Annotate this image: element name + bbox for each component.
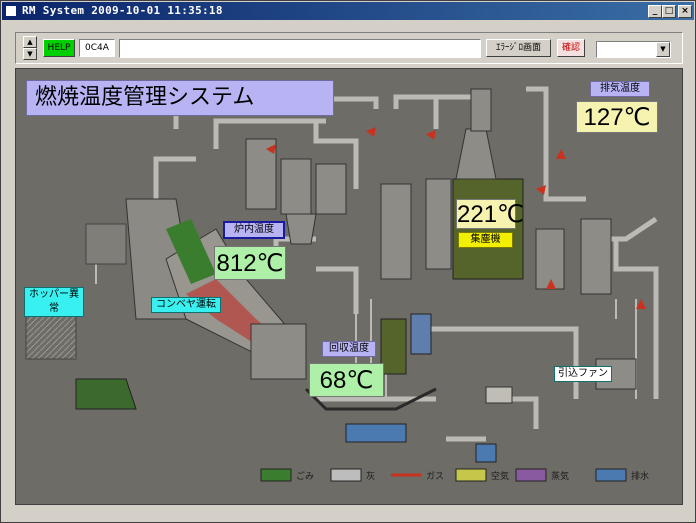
minimize-button[interactable]: _ [648, 5, 662, 18]
legend-gas: ガス [426, 471, 444, 482]
alarm-screen-button[interactable]: ｴﾗｰｼﾞﾛ画面 [486, 39, 551, 57]
tower [380, 183, 412, 280]
chevron-down-icon[interactable]: ▼ [656, 42, 670, 57]
hopper-status-label[interactable]: ホッパー異常 [24, 287, 84, 317]
dust-collector-temp-value: 221℃ [456, 199, 524, 229]
confirm-button[interactable]: 確認 [557, 39, 585, 57]
cone-1 [285, 213, 317, 245]
maximize-button[interactable]: □ [662, 5, 676, 18]
fan-housing [580, 218, 612, 295]
page-spinner[interactable]: ▲ ▼ [23, 36, 37, 60]
crane-block [85, 223, 127, 265]
water-pit [475, 443, 497, 463]
cyclone-top [470, 88, 492, 132]
legend-swatch-ash [330, 468, 362, 482]
plant-diagram-panel: ごみ 灰 ガス 空気 蒸気 排水 燃焼温度管理システム 排気温度 127℃ 22… [15, 68, 683, 505]
conveyor-status-label[interactable]: コンベヤ運転 [151, 297, 221, 313]
legend-swatch-air [455, 468, 487, 482]
title-bar: RM System 2009-10-01 11:35:18 _ □ × [2, 2, 694, 20]
legend-drain: 排水 [631, 470, 649, 482]
furnace-temp-label[interactable]: 炉内温度 [223, 221, 285, 239]
boiler-3 [315, 163, 347, 215]
legend-steam: 蒸気 [551, 470, 569, 482]
help-button[interactable]: HELP [43, 39, 75, 57]
fan-status-label[interactable]: 引込ファン [554, 366, 612, 382]
legend-swatch-drain [595, 468, 627, 482]
exhaust-temp-label: 排気温度 [590, 81, 650, 97]
garbage-pit [75, 378, 137, 410]
application-window: RM System 2009-10-01 11:35:18 _ □ × ▲ ▼ … [0, 0, 696, 523]
recovery-temp-value: 68℃ [309, 363, 384, 397]
separator [425, 178, 452, 270]
ash-pit [250, 323, 307, 380]
legend-swatch-steam [515, 468, 547, 482]
cyclone [455, 128, 497, 180]
dust-collector-label: 集塵機 [458, 232, 513, 248]
legend-swatch-garbage [260, 468, 292, 482]
exhaust-temp-value: 127℃ [576, 101, 658, 133]
toolbar: ▲ ▼ HELP 0C4A ｴﾗｰｼﾞﾛ画面 確認 ▼ [15, 32, 683, 64]
message-field[interactable] [119, 39, 481, 58]
legend: ごみ 灰 ガス 空気 蒸気 排水 [260, 468, 649, 482]
legend-air: 空気 [491, 470, 509, 482]
plant-diagram: ごみ 灰 ガス 空気 蒸気 排水 [25, 86, 659, 482]
screen-select[interactable]: ▼ [596, 41, 671, 58]
window-title: RM System 2009-10-01 11:35:18 [22, 4, 223, 17]
spinner-down-icon[interactable]: ▼ [23, 48, 37, 60]
water-tank [345, 423, 407, 443]
code-field[interactable]: 0C4A [79, 39, 115, 57]
ash-truck [485, 386, 513, 404]
spinner-up-icon[interactable]: ▲ [23, 36, 37, 48]
drain-tank [410, 313, 432, 355]
recovery-temp-label: 回収温度 [322, 341, 376, 357]
boiler-2 [280, 158, 312, 215]
ash-silo [380, 318, 407, 375]
legend-garbage: ごみ [296, 470, 314, 482]
page-title: 燃焼温度管理システム [26, 80, 334, 116]
legend-ash: 灰 [366, 470, 375, 482]
furnace-temp-value: 812℃ [214, 246, 286, 280]
heat-exchanger [535, 228, 565, 290]
close-button[interactable]: × [678, 5, 692, 18]
app-icon [5, 5, 17, 17]
